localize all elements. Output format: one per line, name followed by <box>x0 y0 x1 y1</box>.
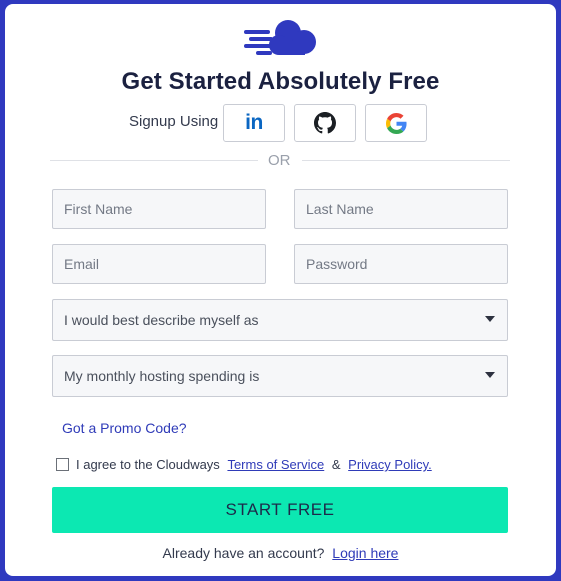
divider-line-right <box>302 160 510 161</box>
login-prompt-text: Already have an account? <box>162 545 325 561</box>
github-signup-button[interactable] <box>294 104 356 142</box>
google-signup-button[interactable] <box>365 104 427 142</box>
login-prompt: Already have an account? Login here <box>0 545 561 561</box>
signup-using-label: Signup Using <box>129 113 219 130</box>
hosting-spending-select[interactable]: My monthly hosting spending is <box>52 355 508 397</box>
first-name-field[interactable] <box>52 189 266 229</box>
describe-yourself-select[interactable]: I would best describe myself as <box>52 299 508 341</box>
divider-line-left <box>50 160 258 161</box>
cloudways-logo-icon <box>244 20 316 55</box>
linkedin-signup-button[interactable]: in <box>223 104 285 142</box>
promo-code-link[interactable]: Got a Promo Code? <box>62 420 187 436</box>
password-field[interactable] <box>294 244 508 284</box>
login-link[interactable]: Login here <box>332 545 398 561</box>
page-title: Get Started Absolutely Free <box>121 68 440 95</box>
terms-agreement: I agree to the Cloudways Terms of Servic… <box>76 457 432 472</box>
describe-select-value: I would best describe myself as <box>64 312 259 328</box>
last-name-field[interactable] <box>294 189 508 229</box>
github-icon <box>314 112 336 134</box>
terms-checkbox[interactable] <box>56 458 69 471</box>
start-free-button[interactable]: START FREE <box>52 487 508 533</box>
linkedin-icon: in <box>245 111 263 134</box>
chevron-down-icon <box>485 316 495 322</box>
google-icon <box>385 112 407 134</box>
chevron-down-icon <box>485 372 495 378</box>
terms-of-service-link[interactable]: Terms of Service <box>227 457 324 472</box>
or-divider-text: OR <box>268 152 291 169</box>
terms-prefix-text: I agree to the Cloudways <box>76 457 220 472</box>
email-field[interactable] <box>52 244 266 284</box>
privacy-policy-link[interactable]: Privacy Policy. <box>348 457 432 472</box>
spending-select-value: My monthly hosting spending is <box>64 368 260 384</box>
ampersand-text: & <box>331 457 341 472</box>
